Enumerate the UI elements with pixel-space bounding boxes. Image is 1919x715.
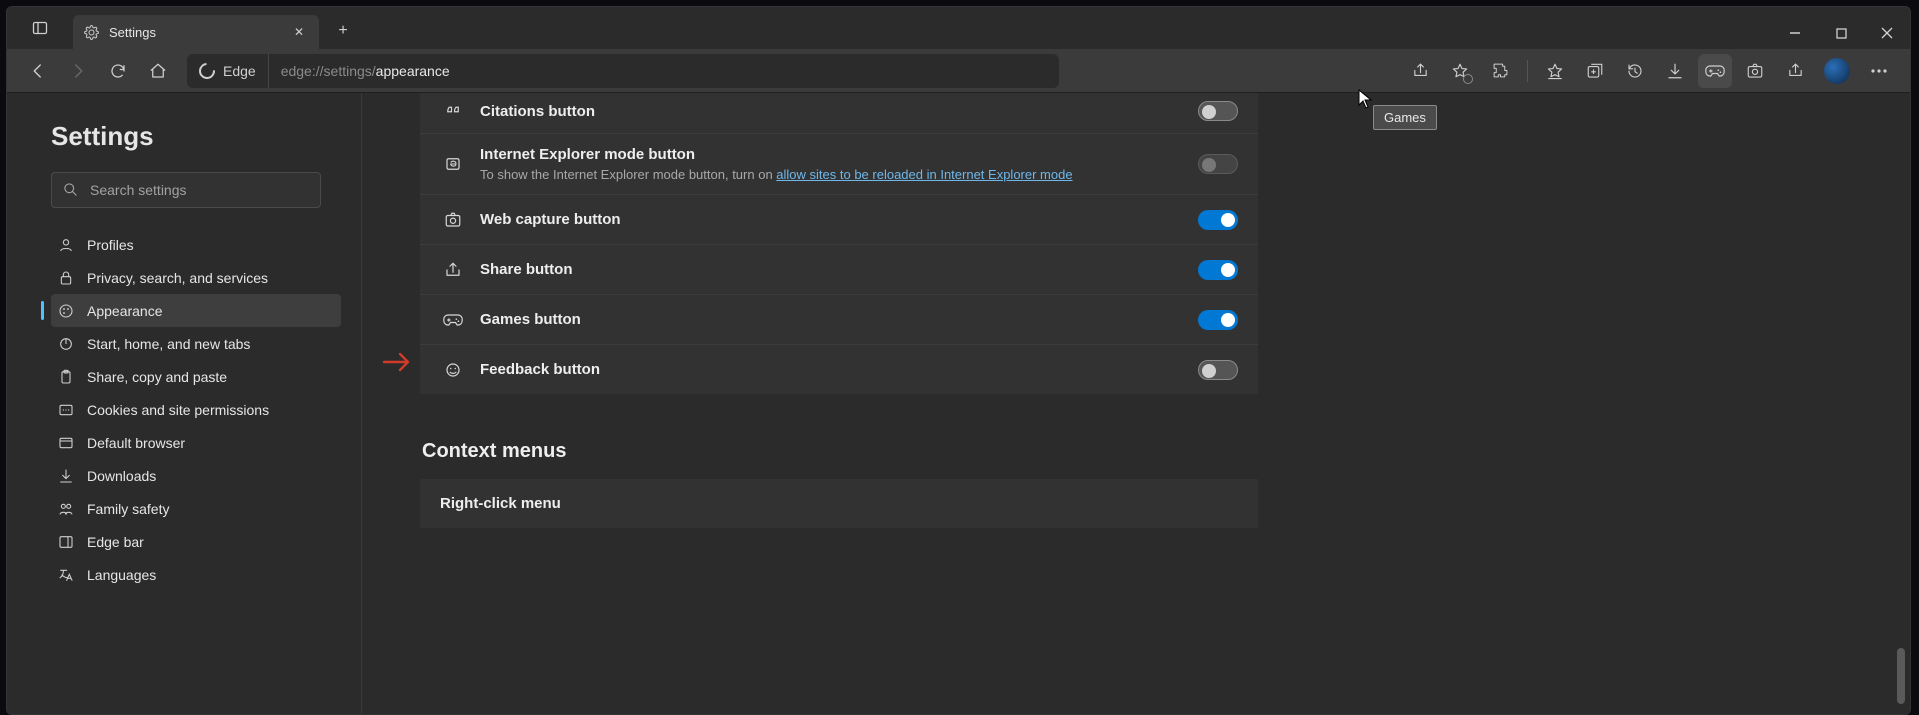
settings-nav: Profiles Privacy, search, and services A… (51, 228, 341, 591)
web-capture-icon (440, 211, 466, 229)
power-icon (55, 336, 77, 352)
profile-avatar-button[interactable] (1824, 58, 1850, 84)
row-title-share: Share button (480, 261, 1198, 278)
edge-logo-icon (196, 59, 219, 82)
nav-languages[interactable]: Languages (51, 558, 341, 591)
window-controls (1772, 17, 1910, 49)
clipboard-icon (55, 369, 77, 385)
settings-heading: Settings (51, 121, 341, 152)
browser-window: Settings ✕ + Edge edge://settings/appear… (6, 6, 1911, 715)
browser-tab-settings[interactable]: Settings ✕ (73, 15, 319, 49)
row-title-games: Games button (480, 311, 1198, 328)
titlebar: Settings ✕ + (7, 7, 1910, 49)
cursor-icon (1358, 89, 1372, 109)
row-title-citations: Citations button (480, 103, 1198, 120)
toggle-web-capture[interactable] (1198, 210, 1238, 230)
nav-family[interactable]: Family safety (51, 492, 341, 525)
edgebar-icon (55, 534, 77, 550)
favorite-star-button[interactable] (1443, 54, 1477, 88)
download-icon (55, 468, 77, 484)
share-page-button[interactable] (1403, 54, 1437, 88)
browser-icon (55, 435, 77, 451)
maximize-button[interactable] (1818, 17, 1864, 49)
context-menus-heading: Context menus (422, 440, 1258, 463)
favorites-button[interactable] (1538, 54, 1572, 88)
nav-default-browser[interactable]: Default browser (51, 426, 341, 459)
settings-sidebar: Settings Profiles Privacy, search, and s… (7, 93, 362, 714)
row-title-feedback: Feedback button (480, 361, 1198, 378)
nav-privacy[interactable]: Privacy, search, and services (51, 261, 341, 294)
toolbar-buttons-section: Citations button Internet Explorer mode … (420, 93, 1258, 528)
search-icon (63, 182, 78, 197)
settings-search[interactable] (51, 172, 321, 208)
home-button[interactable] (141, 54, 175, 88)
games-toolbar-button[interactable] (1698, 54, 1732, 88)
web-capture-toolbar-button[interactable] (1738, 54, 1772, 88)
ie-icon (440, 155, 466, 173)
nav-edge-bar[interactable]: Edge bar (51, 525, 341, 558)
settings-search-input[interactable] (51, 172, 321, 208)
share-icon (440, 261, 466, 279)
refresh-button[interactable] (101, 54, 135, 88)
tab-actions-icon (32, 20, 48, 36)
scrollbar-thumb[interactable] (1897, 648, 1905, 704)
row-title-ie: Internet Explorer mode button (480, 146, 1198, 163)
right-click-menu-row[interactable]: Right-click menu (420, 479, 1258, 528)
site-identity[interactable]: Edge (187, 54, 269, 88)
lock-icon (55, 270, 77, 286)
settings-content: Settings Profiles Privacy, search, and s… (7, 93, 1910, 714)
toggle-share[interactable] (1198, 260, 1238, 280)
site-identity-label: Edge (223, 63, 256, 79)
games-icon (440, 312, 466, 328)
vertical-scrollbar[interactable] (1894, 93, 1908, 712)
row-title-webcapture: Web capture button (480, 211, 1198, 228)
nav-cookies[interactable]: Cookies and site permissions (51, 393, 341, 426)
toggle-games[interactable] (1198, 310, 1238, 330)
nav-share-copy[interactable]: Share, copy and paste (51, 360, 341, 393)
language-icon (55, 567, 77, 583)
toolbar: Edge edge://settings/appearance (7, 49, 1910, 93)
toolbar-divider (1527, 60, 1528, 82)
extensions-button[interactable] (1483, 54, 1517, 88)
tab-actions-button[interactable] (23, 11, 57, 45)
settings-main: Citations button Internet Explorer mode … (362, 93, 1910, 714)
collections-button[interactable] (1578, 54, 1612, 88)
history-button[interactable] (1618, 54, 1652, 88)
annotation-arrow-icon (382, 348, 414, 376)
tooltip-games: Games (1373, 105, 1437, 130)
toggle-ie-mode (1198, 154, 1238, 174)
feedback-icon (440, 361, 466, 379)
forward-button[interactable] (61, 54, 95, 88)
address-bar[interactable]: Edge edge://settings/appearance (187, 54, 1059, 88)
profile-icon (55, 237, 77, 253)
context-menus-section: Right-click menu (420, 479, 1258, 528)
appearance-icon (55, 303, 77, 319)
back-button[interactable] (21, 54, 55, 88)
tab-close-button[interactable]: ✕ (289, 22, 309, 42)
minimize-button[interactable] (1772, 17, 1818, 49)
more-menu-button[interactable] (1862, 54, 1896, 88)
nav-start-home[interactable]: Start, home, and new tabs (51, 327, 341, 360)
row-sub-ie: To show the Internet Explorer mode butto… (480, 167, 1198, 182)
toggle-feedback[interactable] (1198, 360, 1238, 380)
citations-icon (440, 102, 466, 120)
close-window-button[interactable] (1864, 17, 1910, 49)
downloads-button[interactable] (1658, 54, 1692, 88)
toggle-citations[interactable] (1198, 101, 1238, 121)
tab-title: Settings (109, 25, 156, 40)
permissions-icon (55, 402, 77, 418)
family-icon (55, 501, 77, 517)
share-toolbar-button[interactable] (1778, 54, 1812, 88)
ie-mode-link[interactable]: allow sites to be reloaded in Internet E… (776, 167, 1072, 182)
nav-downloads[interactable]: Downloads (51, 459, 341, 492)
nav-appearance[interactable]: Appearance (51, 294, 341, 327)
nav-profiles[interactable]: Profiles (51, 228, 341, 261)
url-text: edge://settings/appearance (269, 63, 462, 79)
new-tab-button[interactable]: + (327, 15, 359, 47)
gear-icon (83, 24, 99, 40)
